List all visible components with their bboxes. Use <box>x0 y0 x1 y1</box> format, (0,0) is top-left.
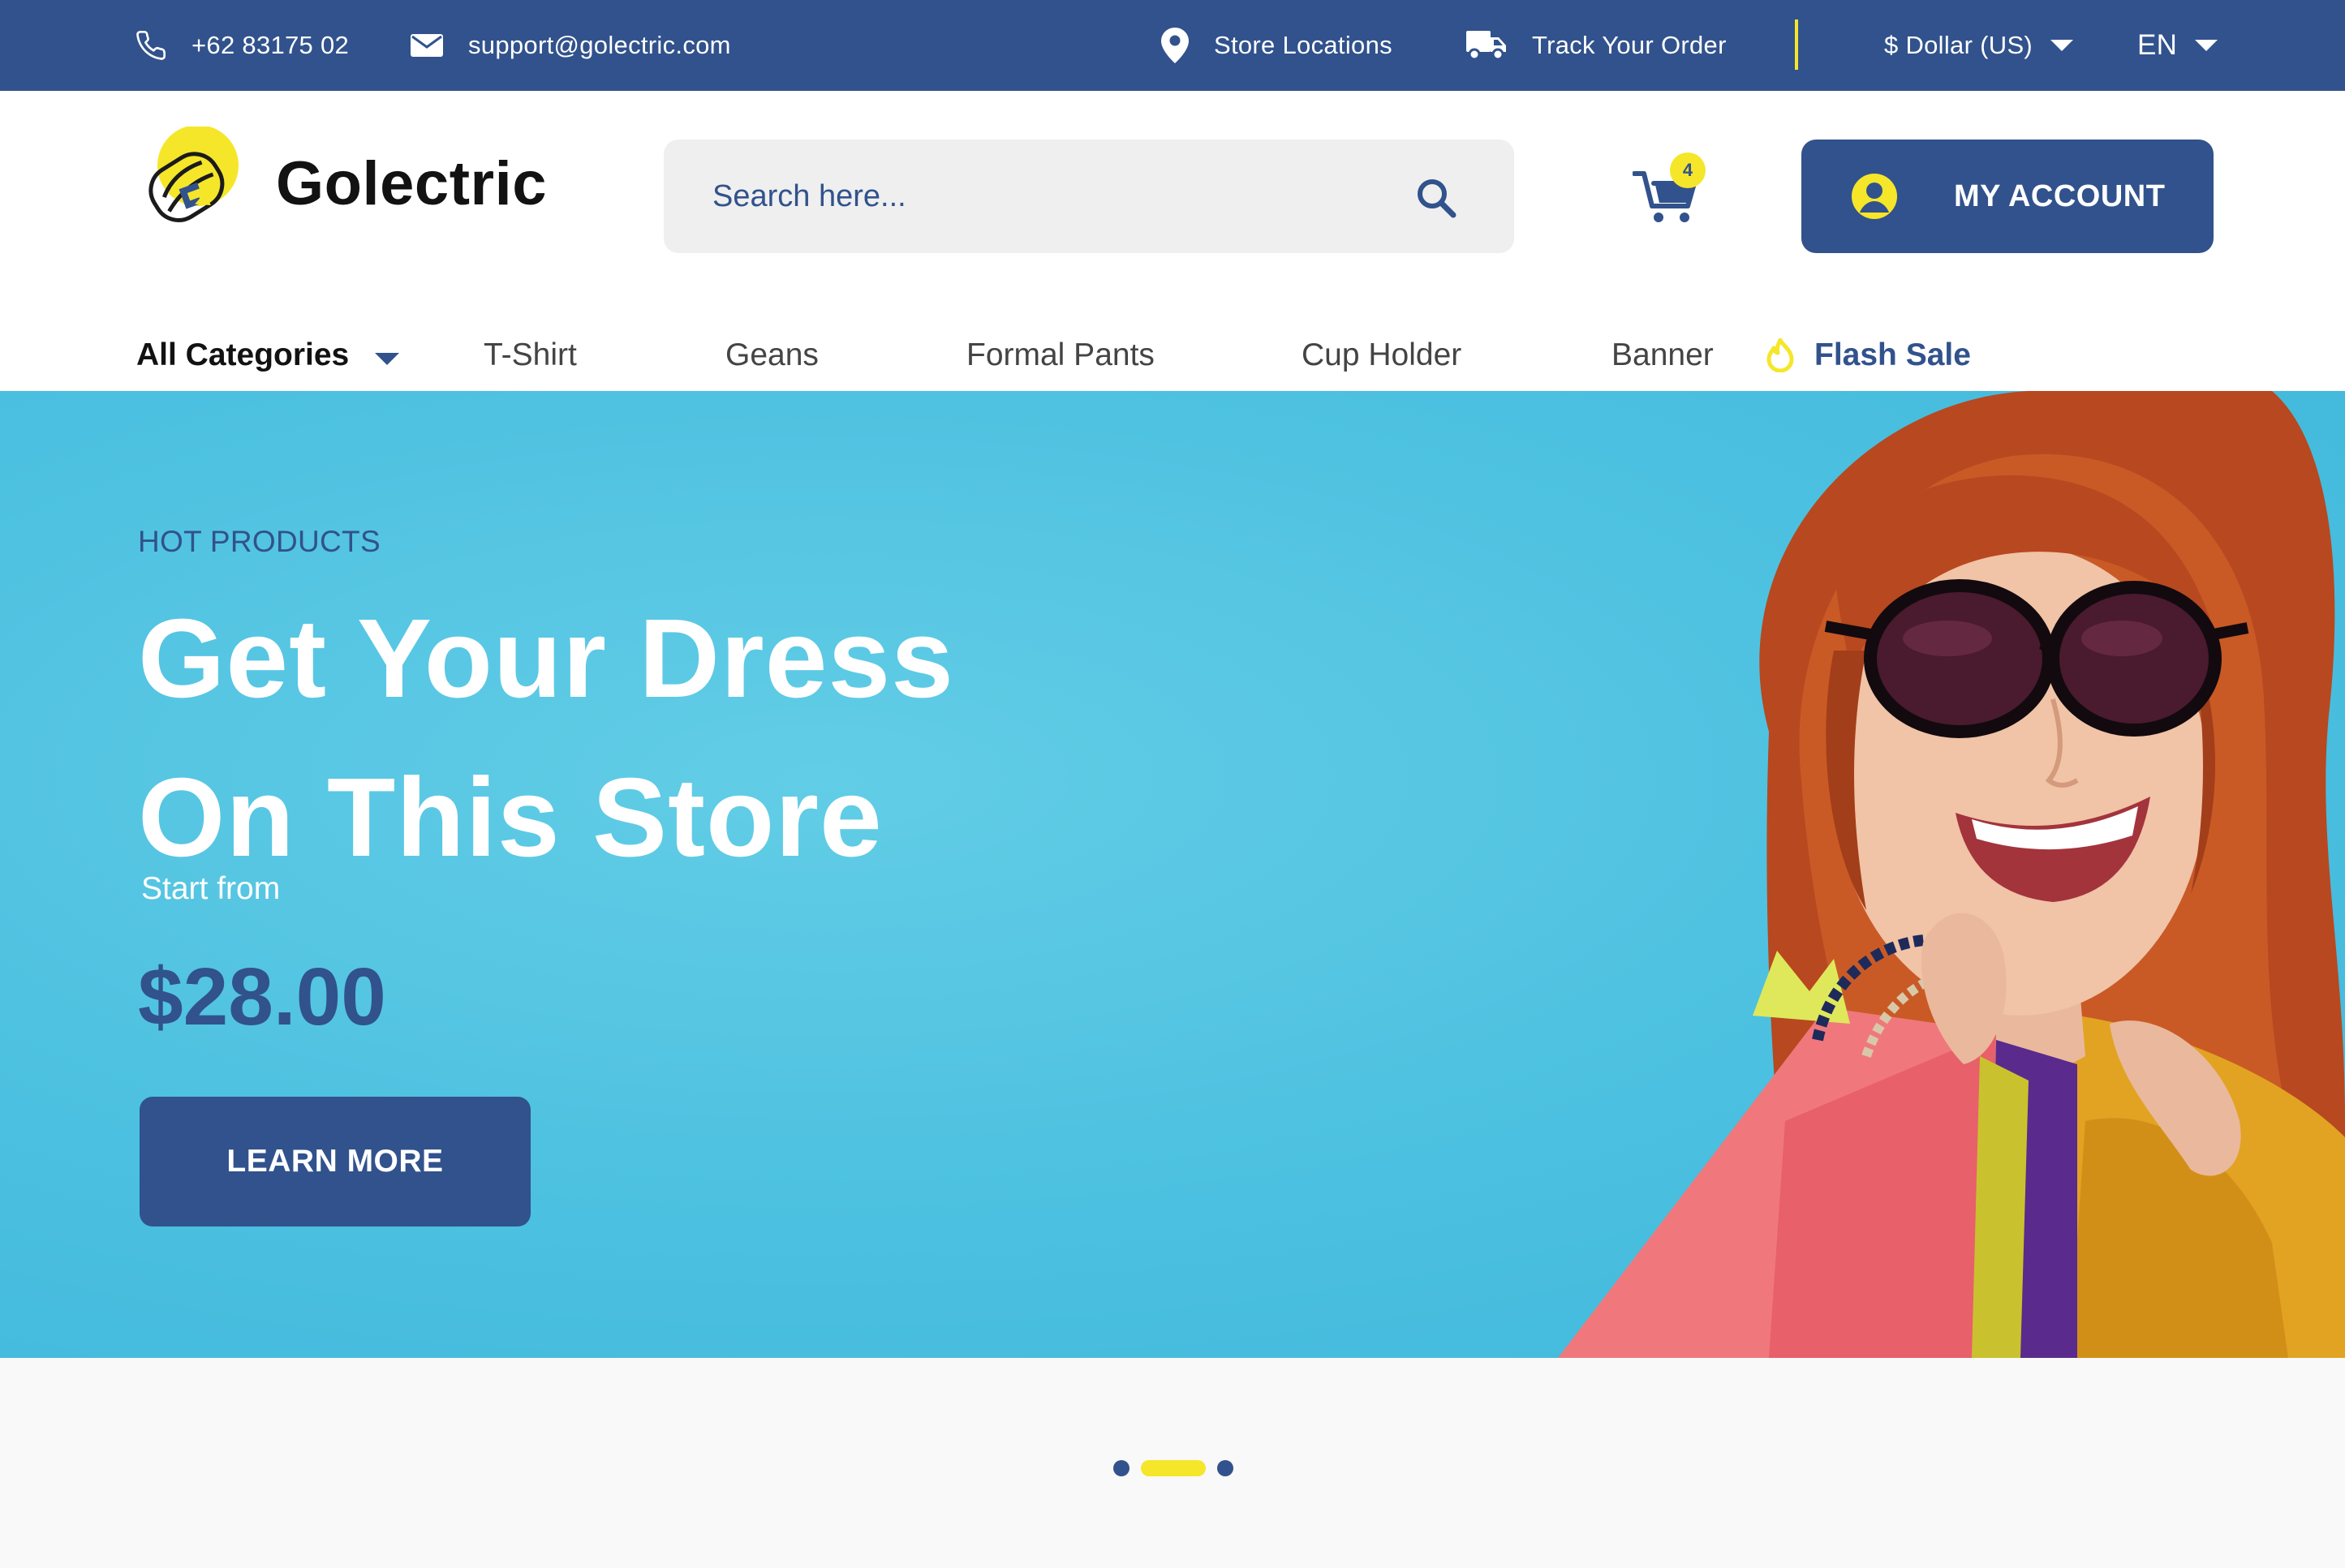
phone-contact[interactable]: +62 83175 02 <box>135 0 349 91</box>
phone-icon <box>135 29 167 62</box>
hero-banner: HOT PRODUCTS Get Your Dress On This Stor… <box>0 391 2345 1358</box>
store-locations-label: Store Locations <box>1214 31 1392 59</box>
logo-mark-icon <box>136 125 240 240</box>
carousel-pagination <box>1113 1460 1233 1476</box>
store-locations-link[interactable]: Store Locations <box>1160 0 1392 91</box>
nav-item-banner[interactable]: Banner <box>1611 320 1714 391</box>
search-icon[interactable] <box>1415 177 1457 219</box>
hero-eyebrow: HOT PRODUCTS <box>138 525 381 558</box>
language-selector[interactable]: EN <box>2137 0 2218 91</box>
my-account-button[interactable]: MY ACCOUNT <box>1801 140 2214 253</box>
topbar-divider <box>1795 19 1798 70</box>
carousel-dot[interactable] <box>1217 1460 1233 1476</box>
hero-headline-line2: On This Store <box>138 755 883 880</box>
nav-item-t-shirt[interactable]: T-Shirt <box>484 320 577 391</box>
nav-item-flash-sale[interactable]: Flash Sale <box>1766 320 1971 391</box>
chevron-down-icon <box>375 352 400 365</box>
brand-name: Golectric <box>276 148 547 218</box>
cart-count-badge: 4 <box>1670 153 1706 188</box>
carousel-dot-active[interactable] <box>1141 1460 1206 1476</box>
search-bar <box>664 140 1514 253</box>
truck-icon <box>1465 29 1508 62</box>
brand-logo[interactable]: Golectric <box>136 125 547 240</box>
nav-item-cup-holder[interactable]: Cup Holder <box>1302 320 1461 391</box>
track-order-label: Track Your Order <box>1532 31 1727 59</box>
hero-price: $28.00 <box>138 952 386 1042</box>
flash-sale-label: Flash Sale <box>1814 337 1971 372</box>
cart-button[interactable]: 4 <box>1632 153 1706 237</box>
flame-icon <box>1766 338 1795 372</box>
my-account-label: MY ACCOUNT <box>1954 178 2166 213</box>
email-contact[interactable]: support@golectric.com <box>410 0 731 91</box>
hero-headline: Get Your Dress On This Store <box>138 579 1112 897</box>
map-pin-icon <box>1160 27 1190 64</box>
phone-number: +62 83175 02 <box>191 31 350 59</box>
top-bar: +62 83175 02 support@golectric.com Store… <box>0 0 2345 91</box>
category-nav: All Categories T-Shirt Geans Formal Pant… <box>0 320 2345 391</box>
mail-icon <box>410 32 444 59</box>
all-categories-dropdown[interactable]: All Categories <box>136 320 400 391</box>
cart-icon <box>1632 171 1706 237</box>
site-header: Golectric 4 MY ACCOUNT All Categories T-… <box>0 91 2345 391</box>
chevron-down-icon <box>2050 40 2074 51</box>
search-input[interactable] <box>664 140 1362 253</box>
carousel-dot[interactable] <box>1113 1460 1129 1476</box>
track-order-link[interactable]: Track Your Order <box>1465 0 1727 91</box>
nav-item-formal-pants[interactable]: Formal Pants <box>966 320 1155 391</box>
currency-selector[interactable]: $ Dollar (US) <box>1884 0 2074 91</box>
nav-item-geans[interactable]: Geans <box>725 320 819 391</box>
currency-value: $ Dollar (US) <box>1884 31 2033 59</box>
email-address: support@golectric.com <box>468 31 731 59</box>
all-categories-label: All Categories <box>136 337 350 372</box>
user-icon <box>1852 174 1897 219</box>
learn-more-button[interactable]: LEARN MORE <box>140 1097 531 1226</box>
chevron-down-icon <box>2195 40 2218 51</box>
hero-image-woman-with-shopping-bags <box>1136 391 2345 1358</box>
language-value: EN <box>2137 29 2178 61</box>
hero-start-from: Start from <box>141 871 281 906</box>
hero-headline-line1: Get Your Dress <box>138 596 954 721</box>
